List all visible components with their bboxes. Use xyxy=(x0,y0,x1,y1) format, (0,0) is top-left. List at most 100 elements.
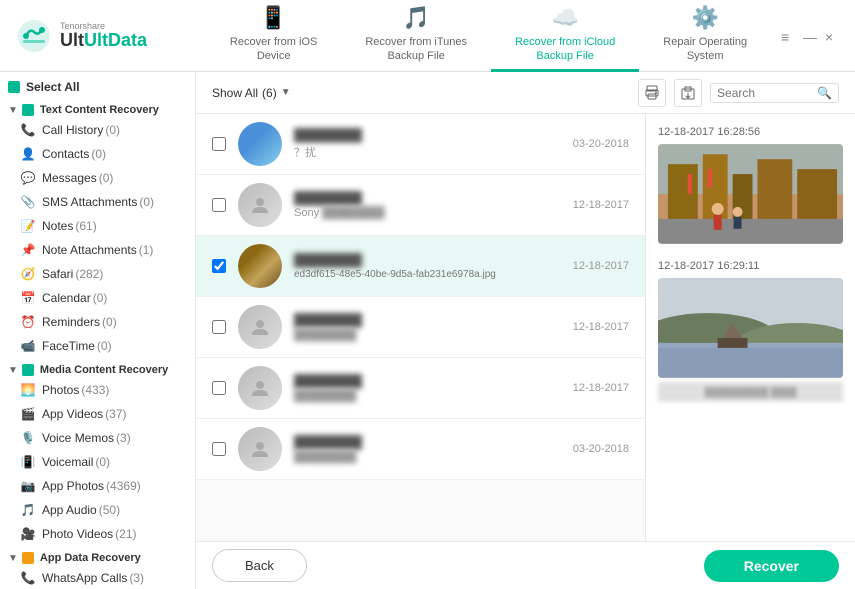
sidebar-item-photo-videos[interactable]: 🎥 Photo Videos (21) xyxy=(0,522,195,546)
preview-item-2: 12-18-2017 16:29:11 xyxy=(658,260,843,402)
item-checkbox-5[interactable] xyxy=(212,381,226,395)
app-audio-icon: 🎵 xyxy=(20,502,36,518)
app-data-section-label: App Data Recovery xyxy=(40,552,141,564)
photo-videos-label: Photo Videos xyxy=(42,527,113,541)
sidebar-item-app-photos[interactable]: 📷 App Photos (4369) xyxy=(0,474,195,498)
item-sub-5: ████████ xyxy=(294,390,573,402)
preview-image-2 xyxy=(658,278,843,378)
repair-icon: ⚙️ xyxy=(691,5,718,31)
list-item[interactable]: ████████ ed3df615-48e5-40be-9d5a-fab231e… xyxy=(196,236,645,297)
facetime-icon: 📹 xyxy=(20,338,36,354)
safari-label: Safari xyxy=(42,267,73,281)
notes-count: (61) xyxy=(75,219,96,233)
text-section-icon xyxy=(22,104,34,116)
sidebar-select-all[interactable]: Select All xyxy=(0,76,195,98)
sidebar-item-photos[interactable]: 🌅 Photos (433) xyxy=(0,378,195,402)
sidebar-item-voicemail[interactable]: 📳 Voicemail (0) xyxy=(0,450,195,474)
item-name-1: ████████ xyxy=(294,128,573,142)
app-photos-label: App Photos xyxy=(42,479,104,493)
export-button[interactable] xyxy=(674,79,702,107)
notes-icon: 📝 xyxy=(20,218,36,234)
app-photos-icon: 📷 xyxy=(20,478,36,494)
sidebar-item-app-audio[interactable]: 🎵 App Audio (50) xyxy=(0,498,195,522)
media-section-icon xyxy=(22,364,34,376)
list-item[interactable]: ████████ Sony ████████ 12-18-2017 xyxy=(196,175,645,236)
select-all-label: Select All xyxy=(26,80,80,94)
sidebar-item-calendar[interactable]: 📅 Calendar (0) xyxy=(0,286,195,310)
messages-icon: 💬 xyxy=(20,170,36,186)
avatar-icon-5 xyxy=(250,378,270,398)
item-info-5: ████████ ████████ xyxy=(294,374,573,402)
tab-itunes[interactable]: 🎵 Recover from iTunesBackup File xyxy=(341,0,491,72)
note-attach-label: Note Attachments xyxy=(42,243,137,257)
avatar-icon-2 xyxy=(250,195,270,215)
item-name-3: ████████ xyxy=(294,253,573,267)
sidebar-item-call-history[interactable]: 📞 Call History (0) xyxy=(0,118,195,142)
tab-ios[interactable]: 📱 Recover from iOSDevice xyxy=(206,0,341,72)
sidebar-item-note-attachments[interactable]: 📌 Note Attachments (1) xyxy=(0,238,195,262)
item-name-5: ████████ xyxy=(294,374,573,388)
sidebar-section-media[interactable]: ▼ Media Content Recovery xyxy=(0,358,195,378)
item-date-3: 12-18-2017 xyxy=(573,260,629,272)
item-checkbox-4[interactable] xyxy=(212,320,226,334)
item-date-4: 12-18-2017 xyxy=(573,321,629,333)
app-data-section-icon xyxy=(22,552,34,564)
tab-ios-label: Recover from iOSDevice xyxy=(230,35,317,64)
list-item[interactable]: ████████ ？扰 03-20-2018 xyxy=(196,114,645,175)
list-item[interactable]: ████████ ████████ 03-20-2018 xyxy=(196,419,645,480)
preview-image-1 xyxy=(658,144,843,244)
item-sub-1: ？扰 xyxy=(294,144,573,160)
app-videos-icon: 🎬 xyxy=(20,406,36,422)
close-icon[interactable]: × xyxy=(825,29,839,43)
tab-repair[interactable]: ⚙️ Repair OperatingSystem xyxy=(639,0,771,72)
avatar-icon-4 xyxy=(250,317,270,337)
sidebar-section-app-data[interactable]: ▼ App Data Recovery xyxy=(0,546,195,566)
voice-memos-label: Voice Memos xyxy=(42,431,114,445)
sidebar-item-messages[interactable]: 💬 Messages (0) xyxy=(0,166,195,190)
list-item[interactable]: ████████ ████████ 12-18-2017 xyxy=(196,358,645,419)
item-info-1: ████████ ？扰 xyxy=(294,128,573,160)
sidebar-item-facetime[interactable]: 📹 FaceTime (0) xyxy=(0,334,195,358)
app-videos-label: App Videos xyxy=(42,407,103,421)
item-checkbox-2[interactable] xyxy=(212,198,226,212)
item-checkbox-6[interactable] xyxy=(212,442,226,456)
list-preview-area: ████████ ？扰 03-20-2018 xyxy=(196,114,855,541)
minimize-icon[interactable]: — xyxy=(803,29,817,43)
preview-date-2: 12-18-2017 16:29:11 xyxy=(658,260,843,272)
text-section-label: Text Content Recovery xyxy=(40,104,159,116)
sidebar-item-voice-memos[interactable]: 🎙️ Voice Memos (3) xyxy=(0,426,195,450)
print-button[interactable] xyxy=(638,79,666,107)
item-sub-4: ████████ xyxy=(294,329,573,341)
sidebar-item-sms-attachments[interactable]: 📎 SMS Attachments (0) xyxy=(0,190,195,214)
reminders-count: (0) xyxy=(102,315,117,329)
show-all-button[interactable]: Show All (6) ▼ xyxy=(212,86,291,100)
safari-count: (282) xyxy=(75,267,103,281)
item-name-4: ████████ xyxy=(294,313,573,327)
recover-button[interactable]: Recover xyxy=(704,550,839,582)
tab-icloud[interactable]: ☁️ Recover from iCloudBackup File xyxy=(491,0,639,72)
sidebar-item-safari[interactable]: 🧭 Safari (282) xyxy=(0,262,195,286)
show-all-label: Show All xyxy=(212,86,258,100)
app-logo-icon xyxy=(16,18,52,54)
search-input[interactable] xyxy=(717,86,817,100)
photos-label: Photos xyxy=(42,383,79,397)
sidebar-item-whatsapp-calls[interactable]: 📞 WhatsApp Calls (3) xyxy=(0,566,195,589)
list-item[interactable]: ████████ ████████ 12-18-2017 xyxy=(196,297,645,358)
app-photos-count: (4369) xyxy=(106,479,141,493)
app-videos-count: (37) xyxy=(105,407,126,421)
item-info-3: ████████ ed3df615-48e5-40be-9d5a-fab231e… xyxy=(294,253,573,280)
search-icon[interactable]: 🔍 xyxy=(817,86,832,100)
back-button[interactable]: Back xyxy=(212,549,307,582)
facetime-label: FaceTime xyxy=(42,339,95,353)
menu-icon[interactable]: ≡ xyxy=(781,29,795,43)
sidebar-item-reminders[interactable]: ⏰ Reminders (0) xyxy=(0,310,195,334)
sidebar-item-contacts[interactable]: 👤 Contacts (0) xyxy=(0,142,195,166)
item-checkbox-3[interactable] xyxy=(212,259,226,273)
item-checkbox-1[interactable] xyxy=(212,137,226,151)
sidebar-item-app-videos[interactable]: 🎬 App Videos (37) xyxy=(0,402,195,426)
nav-tabs: 📱 Recover from iOSDevice 🎵 Recover from … xyxy=(196,0,781,72)
logo-text-area: Tenorshare UltUltData xyxy=(60,21,147,51)
preview-panel: 12-18-2017 16:28:56 xyxy=(645,114,855,541)
sidebar-item-notes[interactable]: 📝 Notes (61) xyxy=(0,214,195,238)
sidebar-section-text[interactable]: ▼ Text Content Recovery xyxy=(0,98,195,118)
